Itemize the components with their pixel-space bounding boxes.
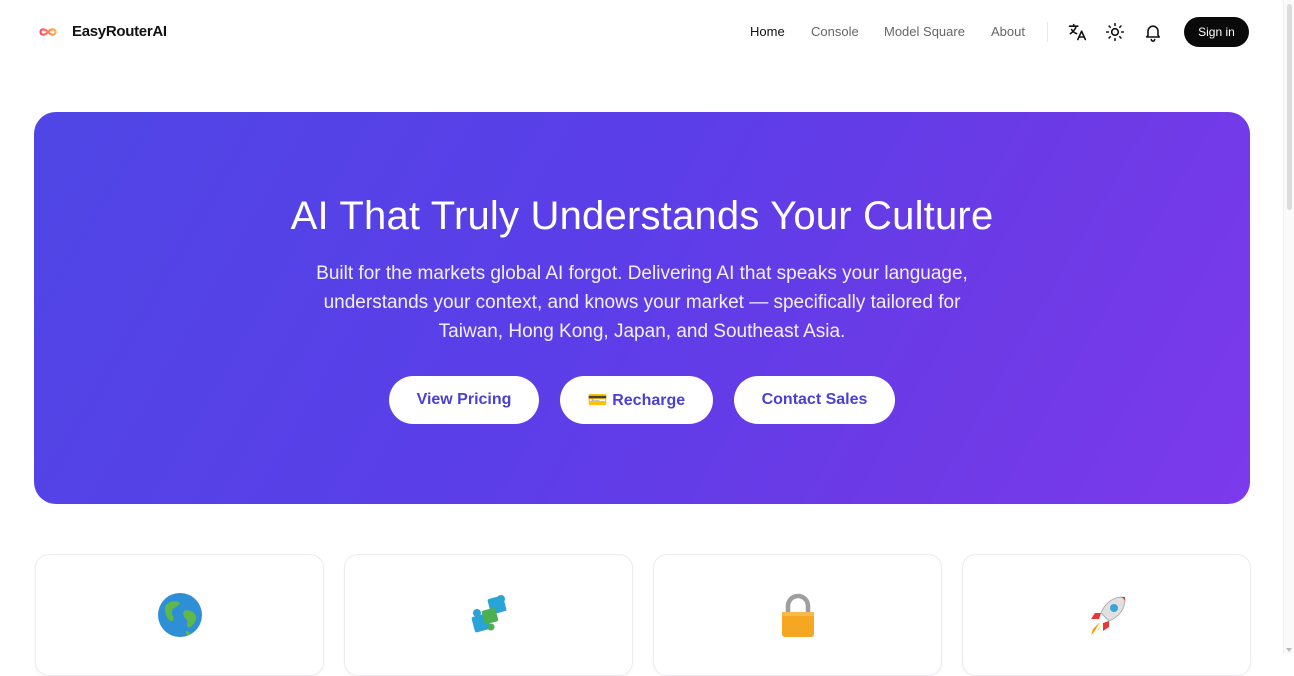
- language-button[interactable]: [1064, 19, 1090, 45]
- lock-icon: [781, 593, 814, 637]
- theme-toggle-button[interactable]: [1102, 19, 1128, 45]
- sign-in-button[interactable]: Sign in: [1184, 17, 1249, 47]
- nav-about[interactable]: About: [991, 24, 1025, 39]
- globe-icon: [157, 593, 202, 637]
- nav-model-square[interactable]: Model Square: [884, 24, 965, 39]
- hero-title: AI That Truly Understands Your Culture: [290, 194, 994, 238]
- translate-icon: [1068, 23, 1087, 41]
- feature-card: [35, 554, 324, 676]
- contact-sales-button[interactable]: Contact Sales: [734, 376, 895, 424]
- scroll-down-arrow[interactable]: [1286, 648, 1292, 652]
- notifications-button[interactable]: [1140, 19, 1166, 45]
- nav-home[interactable]: Home: [750, 24, 785, 39]
- view-pricing-button[interactable]: View Pricing: [389, 376, 539, 424]
- nav-console[interactable]: Console: [811, 24, 859, 39]
- scrollbar-thumb[interactable]: [1287, 4, 1292, 210]
- scrollbar[interactable]: [1283, 0, 1294, 654]
- puzzle-icon: [471, 595, 506, 633]
- feature-card: [344, 554, 633, 676]
- logo-icon: [39, 28, 57, 36]
- bell-icon: [1145, 25, 1161, 42]
- brand-name[interactable]: EasyRouterAI: [72, 23, 167, 40]
- recharge-button[interactable]: 💳 Recharge: [560, 376, 713, 424]
- feature-card: [653, 554, 942, 676]
- nav-divider: [1047, 22, 1048, 42]
- top-navbar: EasyRouterAI Home Console Model Square A…: [0, 0, 1284, 64]
- hero-subtitle: Built for the markets global AI forgot. …: [316, 263, 968, 342]
- hero-banner: AI That Truly Understands Your Culture B…: [34, 112, 1250, 504]
- feature-card: [962, 554, 1251, 676]
- rocket-icon: [1090, 596, 1126, 635]
- sun-icon: [1105, 22, 1125, 42]
